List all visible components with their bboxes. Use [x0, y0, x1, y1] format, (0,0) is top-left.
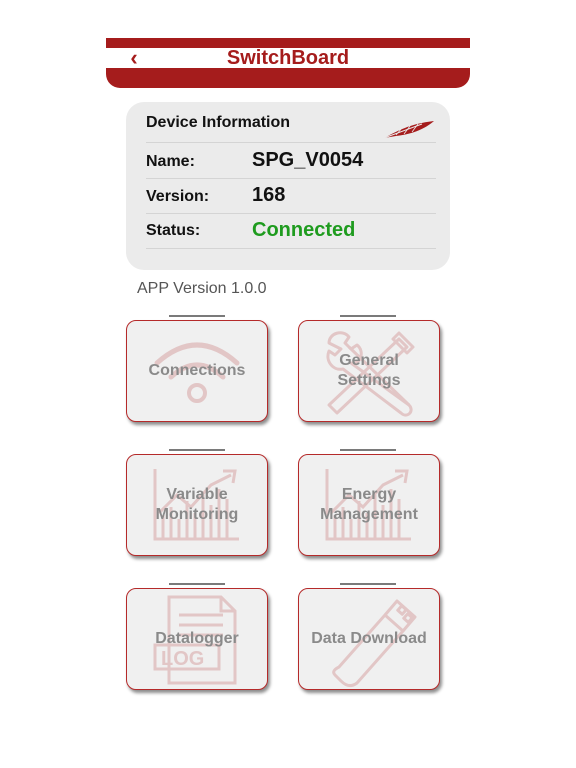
- connections-button[interactable]: Connections: [126, 320, 268, 422]
- tile-indicator: [340, 583, 396, 585]
- status-value: Connected: [252, 219, 356, 241]
- data-download-button[interactable]: Data Download: [298, 588, 440, 690]
- name-value: SPG_V0054: [252, 149, 364, 171]
- version-value: 168: [252, 184, 286, 206]
- svg-text:LOG: LOG: [161, 648, 204, 670]
- divider: [146, 248, 436, 249]
- general-settings-button[interactable]: General Settings: [298, 320, 440, 422]
- divider: [146, 213, 436, 214]
- energy-management-button[interactable]: Energy Management: [298, 454, 440, 556]
- tile-label: Datalogger: [155, 630, 239, 647]
- tile-indicator: [340, 449, 396, 451]
- name-label: Name:: [146, 153, 195, 170]
- version-label: Version:: [146, 188, 210, 205]
- tile-indicator: [169, 583, 225, 585]
- datalogger-button[interactable]: LOG Datalogger: [126, 588, 268, 690]
- device-info-card: Device Information Name: SPG_V0054 Versi…: [126, 102, 450, 270]
- variable-monitoring-button[interactable]: Variable Monitoring: [126, 454, 268, 556]
- feather-icon: [383, 121, 434, 139]
- tile-label: Connections: [148, 362, 246, 379]
- tile-indicator: [169, 315, 225, 317]
- app-header: ‹ SwitchBoard: [106, 38, 470, 88]
- divider: [146, 178, 436, 179]
- page-title: SwitchBoard: [226, 47, 350, 69]
- divider: [146, 142, 436, 143]
- tile-label: Energy Management: [320, 486, 418, 523]
- header-bar: ‹ SwitchBoard: [106, 46, 470, 70]
- app-version-label: APP Version 1.0.0: [137, 280, 267, 297]
- tile-label: Data Download: [311, 630, 427, 647]
- tile-label: Variable Monitoring: [155, 486, 239, 523]
- tile-indicator: [340, 315, 396, 317]
- tile-label: General Settings: [337, 352, 401, 389]
- status-label: Status:: [146, 222, 201, 239]
- tile-indicator: [169, 449, 225, 451]
- card-heading: Device Information: [146, 114, 291, 131]
